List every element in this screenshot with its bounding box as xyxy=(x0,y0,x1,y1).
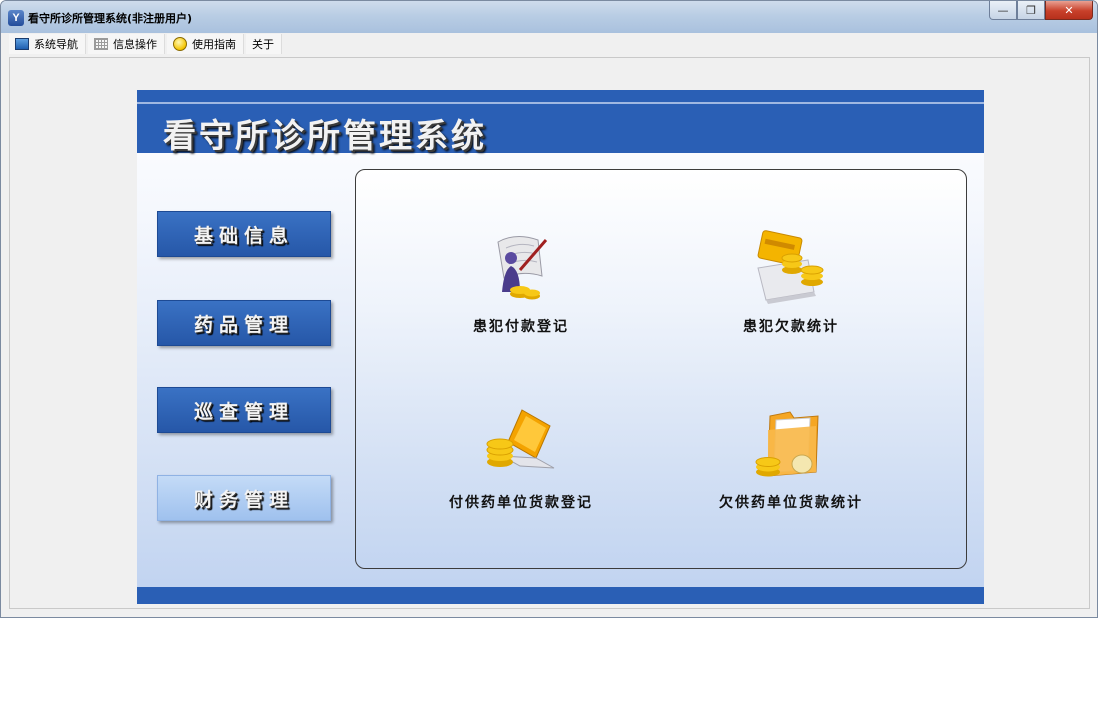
nav-drug-management-button[interactable]: 药品管理 xyxy=(157,300,331,346)
payment-register-icon xyxy=(476,230,566,310)
header-banner: 看守所诊所管理系统 xyxy=(137,90,984,155)
menu-label: 信息操作 xyxy=(113,38,157,51)
smiley-icon xyxy=(173,37,187,51)
monitor-icon xyxy=(15,38,29,50)
debt-statistics-icon xyxy=(746,230,836,310)
minimize-button[interactable]: — xyxy=(989,1,1017,20)
menu-label: 系统导航 xyxy=(34,38,78,51)
menu-bar: 系统导航 信息操作 使用指南 关于 xyxy=(9,34,1089,54)
menu-user-guide[interactable]: 使用指南 xyxy=(167,34,244,54)
menu-label: 关于 xyxy=(252,38,274,51)
restore-button[interactable]: ❐ xyxy=(1017,1,1045,20)
tile-patient-debt-statistics[interactable]: 患犯欠款统计 xyxy=(671,230,911,340)
tile-label: 付供药单位货款登记 xyxy=(449,495,593,511)
nav-finance-management-button[interactable]: 财务管理 xyxy=(157,475,331,521)
supplier-debt-icon xyxy=(746,406,836,486)
footer-bar xyxy=(137,587,984,604)
menu-info-operation[interactable]: 信息操作 xyxy=(88,34,165,54)
grid-icon xyxy=(94,38,108,50)
page-title: 看守所诊所管理系统 xyxy=(163,116,487,155)
close-button[interactable]: ✕ xyxy=(1045,1,1093,20)
finance-content-box: 患犯付款登记 患犯欠款统计 付供药单位货款登记 欠供药单位货款统计 xyxy=(355,169,967,569)
menu-label: 使用指南 xyxy=(192,38,236,51)
tile-patient-payment-register[interactable]: 患犯付款登记 xyxy=(401,230,641,340)
nav-basic-info-button[interactable]: 基础信息 xyxy=(157,211,331,257)
tile-label: 欠供药单位货款统计 xyxy=(719,495,863,511)
tile-label: 患犯付款登记 xyxy=(473,319,569,335)
main-panel: 看守所诊所管理系统 基础信息 药品管理 巡查管理 财务管理 患犯付款登记 患犯欠… xyxy=(137,90,984,604)
tile-supplier-debt-statistics[interactable]: 欠供药单位货款统计 xyxy=(671,406,911,516)
app-logo-icon: Y xyxy=(8,10,24,26)
tile-label: 患犯欠款统计 xyxy=(743,319,839,335)
menu-about[interactable]: 关于 xyxy=(246,34,282,54)
menu-system-navigation[interactable]: 系统导航 xyxy=(9,34,86,54)
title-bar[interactable]: Y 看守所诊所管理系统(非注册用户) — ❐ ✕ xyxy=(1,1,1097,33)
supplier-payment-icon xyxy=(476,406,566,486)
banner-divider xyxy=(137,102,984,104)
window-controls: — ❐ ✕ xyxy=(989,1,1093,21)
window-title: 看守所诊所管理系统(非注册用户) xyxy=(28,12,193,25)
tile-supplier-payment-register[interactable]: 付供药单位货款登记 xyxy=(401,406,641,516)
nav-inspection-management-button[interactable]: 巡查管理 xyxy=(157,387,331,433)
